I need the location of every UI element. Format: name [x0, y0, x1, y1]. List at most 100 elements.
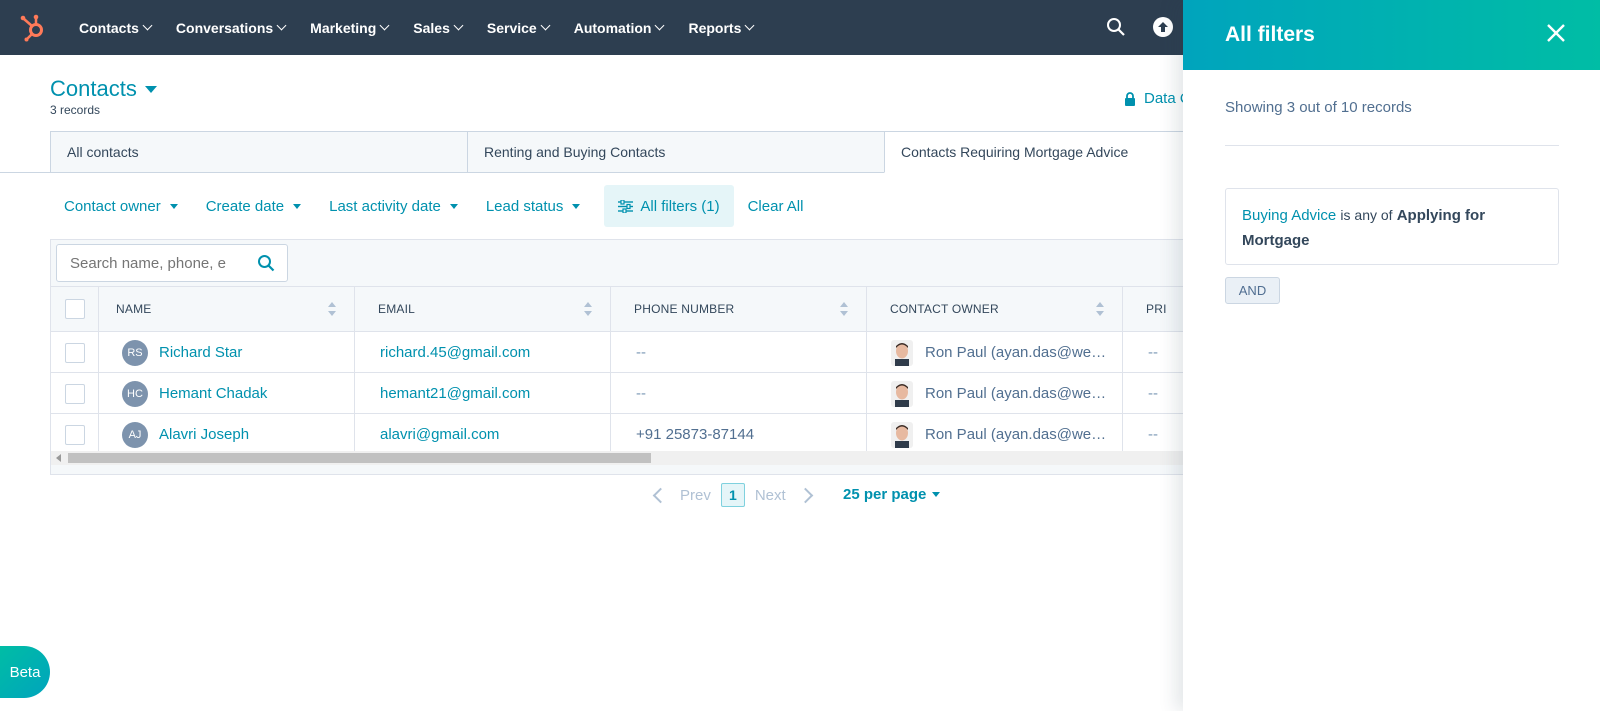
contact-name-link[interactable]: Hemant Chadak	[159, 385, 267, 402]
object-selector[interactable]: Contacts	[50, 76, 157, 102]
select-all-cell	[51, 287, 99, 331]
column-label: CONTACT OWNER	[890, 302, 999, 316]
upgrade-arrow-icon[interactable]	[1153, 17, 1173, 37]
email-cell: hemant21@gmail.com	[355, 373, 611, 414]
column-label: EMAIL	[378, 302, 416, 316]
chevron-down-icon	[453, 20, 464, 31]
clear-all-button[interactable]: Clear All	[734, 198, 818, 215]
all-filters-button[interactable]: All filters (1)	[604, 185, 734, 227]
filter-create-date[interactable]: Create date	[192, 185, 315, 227]
owner-cell: Ron Paul (ayan.das@we…	[867, 332, 1123, 373]
prev-page-button[interactable]: Prev	[652, 487, 711, 504]
nav-reports[interactable]: Reports	[688, 20, 755, 36]
nav-label: Conversations	[175, 19, 274, 36]
owner-avatar	[891, 380, 913, 407]
hubspot-logo-icon[interactable]	[18, 12, 48, 42]
row-checkbox[interactable]	[64, 424, 85, 445]
search-icon[interactable]	[257, 254, 275, 272]
phone-cell: --	[611, 373, 867, 414]
row-select-cell	[51, 332, 99, 373]
filter-property[interactable]: Buying Advice	[1242, 207, 1336, 224]
tab-mortgage-advice[interactable]: Contacts Requiring Mortgage Advice	[884, 131, 1190, 173]
sort-icon[interactable]	[840, 302, 848, 316]
owner-avatar	[891, 421, 913, 448]
column-header-phone[interactable]: PHONE NUMBER	[611, 287, 867, 331]
search-icon[interactable]	[1106, 17, 1126, 37]
contact-name-link[interactable]: Richard Star	[159, 344, 242, 361]
column-header-extra[interactable]: PRI	[1123, 287, 1191, 331]
caret-down-icon	[572, 203, 581, 209]
chevron-down-icon	[276, 20, 287, 31]
chevron-down-icon	[655, 20, 665, 31]
table-row: AJ Alavri Joseph alavri@gmail.com +91 25…	[51, 414, 1191, 455]
filter-condition-card[interactable]: Buying Advice is any of Applying for Mor…	[1225, 188, 1559, 265]
avatar: RS	[122, 339, 148, 366]
contacts-table: NAME EMAIL PHONE NUMBER CONTACT OWNER PR…	[50, 239, 1191, 475]
panel-divider	[1225, 145, 1559, 146]
beta-button[interactable]: Beta	[0, 646, 50, 698]
column-label: NAME	[116, 302, 152, 316]
nav-marketing[interactable]: Marketing	[310, 19, 390, 36]
per-page-selector[interactable]: 25 per page	[843, 486, 941, 503]
nav-sales[interactable]: Sales	[413, 19, 464, 36]
owner-avatar	[891, 339, 913, 366]
page-title: Contacts	[50, 76, 137, 101]
sort-icon[interactable]	[1096, 302, 1104, 316]
email-link[interactable]: alavri@gmail.com	[380, 426, 499, 443]
owner-cell: Ron Paul (ayan.das@we…	[867, 373, 1123, 414]
sliders-icon	[618, 199, 634, 213]
contact-name-link[interactable]: Alavri Joseph	[159, 426, 249, 443]
caret-down-icon	[169, 203, 178, 209]
table-row: HC Hemant Chadak hemant21@gmail.com -- R…	[51, 373, 1191, 414]
column-header-name[interactable]: NAME	[99, 287, 355, 331]
column-header-contact-owner[interactable]: CONTACT OWNER	[867, 287, 1123, 331]
scrollbar-thumb[interactable]	[68, 453, 651, 463]
email-link[interactable]: richard.45@gmail.com	[380, 344, 530, 361]
extra-cell: --	[1148, 426, 1158, 443]
next-page-button[interactable]: Next	[755, 487, 813, 504]
pagination: Prev 1 Next	[652, 482, 813, 508]
nav-label: Sales	[413, 19, 450, 36]
filter-lead-status[interactable]: Lead status	[472, 185, 595, 227]
all-filters-label: All filters (1)	[640, 197, 720, 215]
record-count: 3 records	[50, 103, 101, 117]
name-cell: AJ Alavri Joseph	[99, 414, 355, 455]
current-page[interactable]: 1	[720, 483, 745, 507]
nav-label: Marketing	[310, 19, 377, 36]
nav-service[interactable]: Service	[487, 20, 551, 36]
close-icon[interactable]	[1547, 24, 1565, 42]
data-quality-link[interactable]: Data Q	[1124, 90, 1192, 107]
column-label: PRI	[1146, 302, 1167, 316]
email-cell: alavri@gmail.com	[355, 414, 611, 455]
sort-icon[interactable]	[584, 302, 592, 316]
tab-all-contacts[interactable]: All contacts	[50, 131, 468, 173]
search-input[interactable]	[68, 253, 258, 273]
email-link[interactable]: hemant21@gmail.com	[380, 385, 530, 402]
tab-label: Renting and Buying Contacts	[484, 144, 666, 160]
scroll-left-arrow-icon[interactable]	[56, 454, 61, 462]
column-header-email[interactable]: EMAIL	[355, 287, 611, 331]
search-box	[56, 244, 288, 282]
tab-renting-buying[interactable]: Renting and Buying Contacts	[467, 131, 885, 173]
owner-name: Ron Paul (ayan.das@we…	[925, 385, 1107, 402]
filter-last-activity-date[interactable]: Last activity date	[315, 185, 472, 227]
table-row: RS Richard Star richard.45@gmail.com -- …	[51, 332, 1191, 373]
and-button[interactable]: AND	[1225, 277, 1280, 304]
row-checkbox[interactable]	[64, 342, 85, 363]
row-checkbox[interactable]	[64, 383, 85, 404]
caret-down-icon	[449, 203, 458, 209]
tab-label: All contacts	[67, 144, 139, 160]
nav-label: Automation	[573, 19, 652, 36]
nav-conversations[interactable]: Conversations	[175, 19, 287, 36]
nav-contacts[interactable]: Contacts	[79, 19, 153, 36]
nav-label: Contacts	[79, 19, 139, 36]
column-label: PHONE NUMBER	[634, 302, 735, 316]
phone-cell: +91 25873-87144	[611, 414, 867, 455]
filter-contact-owner[interactable]: Contact owner	[50, 185, 192, 227]
sort-icon[interactable]	[328, 302, 336, 316]
email-cell: richard.45@gmail.com	[355, 332, 611, 373]
nav-automation[interactable]: Automation	[573, 19, 665, 36]
horizontal-scrollbar[interactable]	[51, 451, 1191, 465]
filter-label: Create date	[205, 197, 285, 215]
select-all-checkbox[interactable]	[64, 299, 85, 319]
